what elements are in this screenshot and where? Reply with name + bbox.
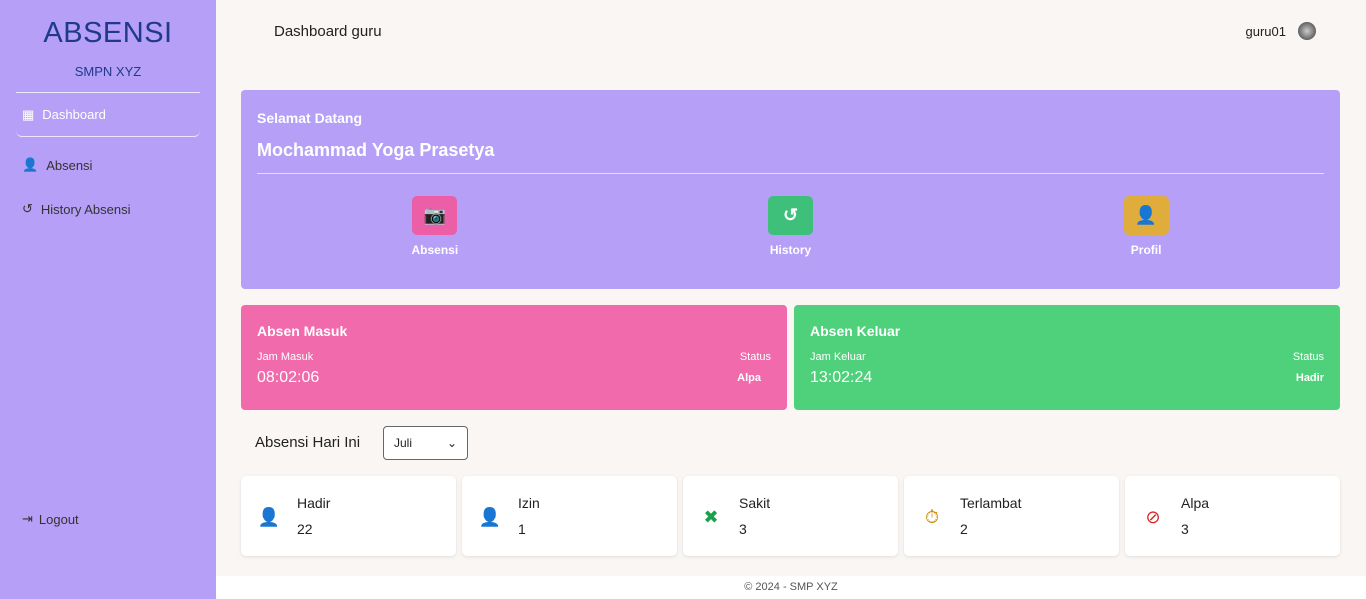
absen-masuk-card: Absen Masuk Jam Masuk Status 08:02:06 Alpa [241, 305, 787, 410]
status-label: Status [739, 351, 771, 363]
user-icon: 👤 [1123, 196, 1169, 235]
stat-izin: 👤 Izin 1 [462, 476, 677, 556]
sidebar-item-label: Absensi [46, 157, 93, 173]
stat-sakit: ✖ Sakit 3 [683, 476, 898, 556]
sidebar-item-absensi[interactable]: 👤 Absensi [0, 143, 216, 187]
quick-label: Profil [1130, 243, 1162, 257]
user-icon: 👤 [478, 507, 502, 527]
quick-absensi-button[interactable]: 📷 Absensi [375, 196, 495, 257]
user-fullname: Mochammad Yoga Prasetya [257, 140, 1324, 174]
quick-label: History [769, 243, 812, 257]
stat-value: 2 [960, 521, 968, 537]
quick-history-button[interactable]: ↺ History [730, 196, 850, 257]
chevron-down-icon: ⌄ [446, 436, 457, 450]
stat-label: Hadir [297, 495, 331, 511]
section-title: Absensi Hari Ini [255, 434, 361, 451]
stat-value: 3 [1181, 521, 1189, 537]
status-label: Status [1292, 351, 1324, 363]
month-value: Juli [394, 436, 413, 450]
time-label: Jam Masuk [257, 351, 314, 363]
school-name: SMPN XYZ [74, 64, 142, 79]
sidebar-item-label: Dashboard [42, 107, 106, 122]
history-icon: ↺ [22, 201, 33, 216]
sidebar-item-dashboard[interactable]: ▦ Dashboard [16, 93, 200, 137]
status-value: Hadir [1295, 372, 1324, 384]
user-menu[interactable]: guru01 [1246, 22, 1316, 40]
stat-label: Izin [518, 495, 540, 511]
sidebar-item-label: History Absensi [40, 201, 131, 217]
stat-alpa: ⊘ Alpa 3 [1125, 476, 1340, 556]
page-title: Dashboard guru [274, 23, 382, 40]
quick-label: Absensi [411, 243, 459, 257]
user-slash-icon: ⊘ [1145, 507, 1161, 527]
user-check-icon: 👤 [22, 157, 39, 172]
card-title: Absen Masuk [257, 323, 348, 339]
footer: © 2024 - SMP XYZ [216, 576, 1366, 599]
quick-profil-button[interactable]: 👤 Profil [1086, 196, 1206, 257]
logout-button[interactable]: ⇥ Logout [22, 511, 79, 527]
time-value: 13:02:24 [810, 369, 873, 386]
username: guru01 [1245, 23, 1286, 39]
stopwatch-icon: ⏱ [924, 507, 940, 527]
stat-hadir: 👤 Hadir 22 [241, 476, 456, 556]
brand-title: ABSENSI [43, 17, 173, 49]
month-select[interactable]: Juli ⌄ [383, 426, 468, 460]
status-value: Alpa [737, 372, 761, 384]
sidebar-item-history[interactable]: ↺ History Absensi [0, 187, 216, 231]
time-value: 08:02:06 [257, 369, 320, 386]
stat-label: Alpa [1181, 495, 1210, 511]
user-check-icon: 👤 [257, 507, 281, 527]
time-label: Jam Keluar [810, 351, 866, 363]
logout-icon: ⇥ [22, 511, 33, 526]
stat-label: Sakit [739, 495, 771, 511]
history-icon: ↺ [767, 196, 813, 235]
welcome-card: Selamat Datang Mochammad Yoga Prasetya 📷… [241, 90, 1340, 289]
bandage-icon: ✖ [703, 507, 719, 527]
card-title: Absen Keluar [810, 323, 901, 339]
absen-keluar-card: Absen Keluar Jam Keluar Status 13:02:24 Ha… [794, 305, 1340, 410]
sidebar: ABSENSI SMPN XYZ ▦ Dashboard 👤 Absensi ↺ Hi… [0, 0, 216, 599]
dashboard-icon: ▦ [22, 106, 35, 122]
camera-icon: 📷 [412, 196, 458, 235]
greeting: Selamat Datang [257, 110, 363, 126]
stat-label: Terlambat [960, 495, 1022, 511]
stat-value: 1 [518, 521, 526, 537]
stat-value: 3 [739, 521, 747, 537]
logout-label: Logout [38, 511, 79, 527]
stat-value: 22 [297, 521, 313, 537]
avatar[interactable] [1298, 22, 1316, 40]
stat-terlambat: ⏱ Terlambat 2 [904, 476, 1119, 556]
